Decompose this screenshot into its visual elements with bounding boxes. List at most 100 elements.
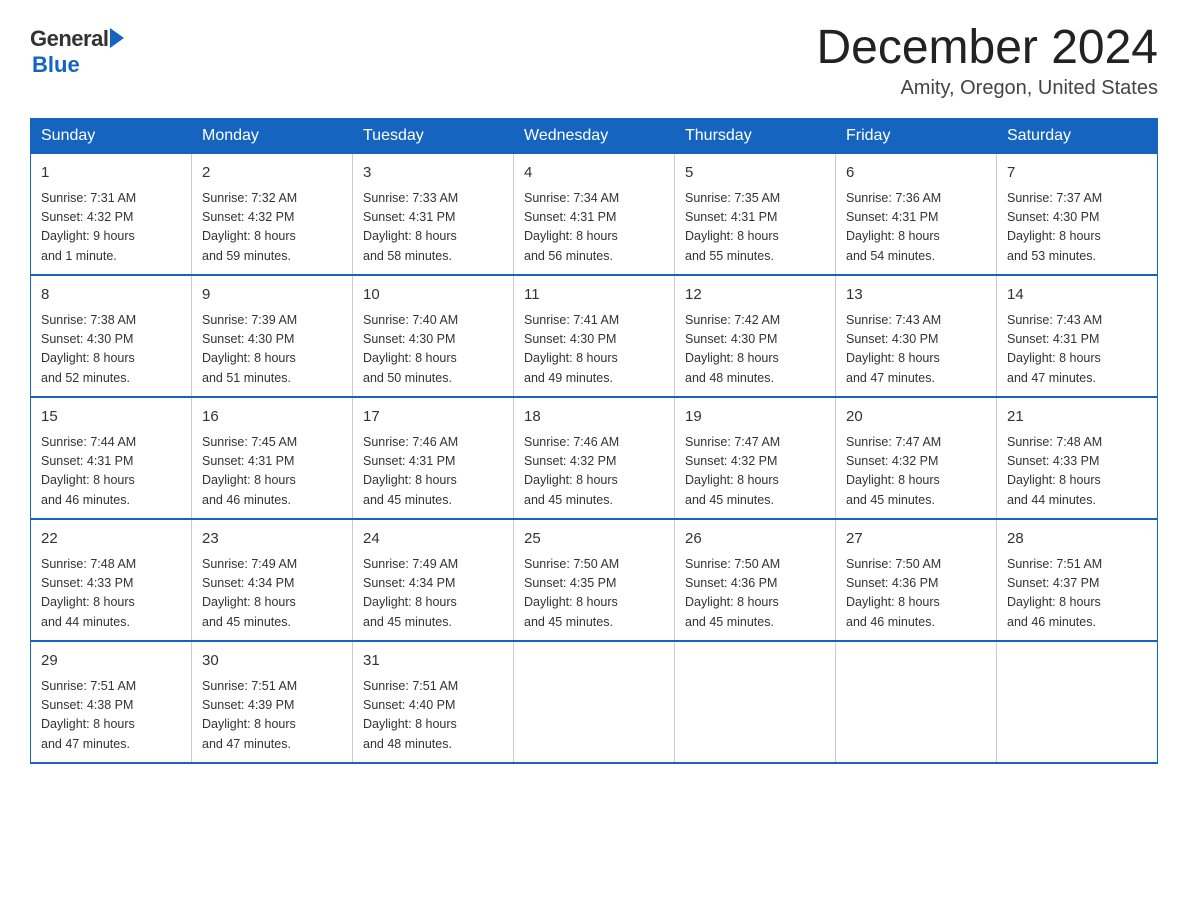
day-number: 27 bbox=[846, 528, 986, 551]
calendar-cell: 16 Sunrise: 7:45 AMSunset: 4:31 PMDayligh… bbox=[192, 397, 353, 519]
calendar-cell: 10 Sunrise: 7:40 AMSunset: 4:30 PMDayligh… bbox=[353, 275, 514, 397]
day-info: Sunrise: 7:31 AMSunset: 4:32 PMDaylight:… bbox=[41, 189, 181, 267]
header-tuesday: Tuesday bbox=[353, 119, 514, 154]
calendar-cell bbox=[675, 641, 836, 763]
month-title: December 2024 bbox=[816, 20, 1158, 75]
calendar-cell: 7 Sunrise: 7:37 AMSunset: 4:30 PMDaylight… bbox=[997, 154, 1158, 276]
day-number: 25 bbox=[524, 528, 664, 551]
calendar-cell: 5Sunrise: 7:35 AMSunset: 4:31 PMDaylight… bbox=[675, 154, 836, 276]
day-number: 3 bbox=[363, 162, 503, 185]
calendar-cell: 26 Sunrise: 7:50 AMSunset: 4:36 PMDayligh… bbox=[675, 519, 836, 641]
day-number: 20 bbox=[846, 406, 986, 429]
calendar-cell: 23 Sunrise: 7:49 AMSunset: 4:34 PMDayligh… bbox=[192, 519, 353, 641]
calendar-cell bbox=[997, 641, 1158, 763]
calendar-cell: 4 Sunrise: 7:34 AMSunset: 4:31 PMDaylight… bbox=[514, 154, 675, 276]
day-info: Sunrise: 7:48 AMSunset: 4:33 PMDaylight:… bbox=[41, 555, 181, 633]
calendar-cell bbox=[514, 641, 675, 763]
day-info: Sunrise: 7:39 AMSunset: 4:30 PMDaylight:… bbox=[202, 311, 342, 389]
calendar-cell: 27 Sunrise: 7:50 AMSunset: 4:36 PMDayligh… bbox=[836, 519, 997, 641]
calendar-week-row: 8Sunrise: 7:38 AMSunset: 4:30 PMDaylight… bbox=[31, 275, 1158, 397]
day-number: 8 bbox=[41, 284, 181, 307]
day-number: 29 bbox=[41, 650, 181, 673]
day-info: Sunrise: 7:43 AMSunset: 4:30 PMDaylight:… bbox=[846, 311, 986, 389]
calendar-cell: 12Sunrise: 7:42 AMSunset: 4:30 PMDayligh… bbox=[675, 275, 836, 397]
calendar-header-row: SundayMondayTuesdayWednesdayThursdayFrid… bbox=[31, 119, 1158, 154]
day-info: Sunrise: 7:36 AMSunset: 4:31 PMDaylight:… bbox=[846, 189, 986, 267]
header-wednesday: Wednesday bbox=[514, 119, 675, 154]
day-info: Sunrise: 7:44 AMSunset: 4:31 PMDaylight:… bbox=[41, 433, 181, 511]
day-info: Sunrise: 7:34 AMSunset: 4:31 PMDaylight:… bbox=[524, 189, 664, 267]
calendar-week-row: 15Sunrise: 7:44 AMSunset: 4:31 PMDayligh… bbox=[31, 397, 1158, 519]
day-info: Sunrise: 7:37 AMSunset: 4:30 PMDaylight:… bbox=[1007, 189, 1147, 267]
day-number: 4 bbox=[524, 162, 664, 185]
header-friday: Friday bbox=[836, 119, 997, 154]
title-area: December 2024 Amity, Oregon, United Stat… bbox=[816, 20, 1158, 100]
day-number: 19 bbox=[685, 406, 825, 429]
day-info: Sunrise: 7:40 AMSunset: 4:30 PMDaylight:… bbox=[363, 311, 503, 389]
calendar-cell: 20 Sunrise: 7:47 AMSunset: 4:32 PMDayligh… bbox=[836, 397, 997, 519]
day-number: 1 bbox=[41, 162, 181, 185]
page-header: General Blue December 2024 Amity, Oregon… bbox=[30, 20, 1158, 100]
day-info: Sunrise: 7:49 AMSunset: 4:34 PMDaylight:… bbox=[202, 555, 342, 633]
calendar-cell: 11 Sunrise: 7:41 AMSunset: 4:30 PMDayligh… bbox=[514, 275, 675, 397]
calendar-cell: 1 Sunrise: 7:31 AMSunset: 4:32 PMDaylight… bbox=[31, 154, 192, 276]
day-number: 26 bbox=[685, 528, 825, 551]
calendar-cell: 2 Sunrise: 7:32 AMSunset: 4:32 PMDaylight… bbox=[192, 154, 353, 276]
day-number: 17 bbox=[363, 406, 503, 429]
calendar-cell: 3 Sunrise: 7:33 AMSunset: 4:31 PMDaylight… bbox=[353, 154, 514, 276]
day-info: Sunrise: 7:33 AMSunset: 4:31 PMDaylight:… bbox=[363, 189, 503, 267]
day-info: Sunrise: 7:45 AMSunset: 4:31 PMDaylight:… bbox=[202, 433, 342, 511]
day-number: 10 bbox=[363, 284, 503, 307]
calendar-cell: 22 Sunrise: 7:48 AMSunset: 4:33 PMDayligh… bbox=[31, 519, 192, 641]
header-thursday: Thursday bbox=[675, 119, 836, 154]
calendar-table: SundayMondayTuesdayWednesdayThursdayFrid… bbox=[30, 118, 1158, 764]
day-number: 16 bbox=[202, 406, 342, 429]
calendar-cell bbox=[836, 641, 997, 763]
day-info: Sunrise: 7:42 AMSunset: 4:30 PMDaylight:… bbox=[685, 311, 825, 389]
day-info: Sunrise: 7:32 AMSunset: 4:32 PMDaylight:… bbox=[202, 189, 342, 267]
day-number: 9 bbox=[202, 284, 342, 307]
day-info: Sunrise: 7:49 AMSunset: 4:34 PMDaylight:… bbox=[363, 555, 503, 633]
day-number: 23 bbox=[202, 528, 342, 551]
calendar-week-row: 22 Sunrise: 7:48 AMSunset: 4:33 PMDayligh… bbox=[31, 519, 1158, 641]
calendar-cell: 25Sunrise: 7:50 AMSunset: 4:35 PMDayligh… bbox=[514, 519, 675, 641]
day-info: Sunrise: 7:50 AMSunset: 4:36 PMDaylight:… bbox=[685, 555, 825, 633]
logo: General Blue bbox=[30, 20, 124, 78]
calendar-cell: 17 Sunrise: 7:46 AMSunset: 4:31 PMDayligh… bbox=[353, 397, 514, 519]
day-info: Sunrise: 7:41 AMSunset: 4:30 PMDaylight:… bbox=[524, 311, 664, 389]
calendar-cell: 13 Sunrise: 7:43 AMSunset: 4:30 PMDayligh… bbox=[836, 275, 997, 397]
calendar-cell: 18Sunrise: 7:46 AMSunset: 4:32 PMDayligh… bbox=[514, 397, 675, 519]
day-info: Sunrise: 7:46 AMSunset: 4:32 PMDaylight:… bbox=[524, 433, 664, 511]
day-number: 2 bbox=[202, 162, 342, 185]
day-info: Sunrise: 7:51 AMSunset: 4:40 PMDaylight:… bbox=[363, 677, 503, 755]
day-info: Sunrise: 7:50 AMSunset: 4:36 PMDaylight:… bbox=[846, 555, 986, 633]
calendar-cell: 19 Sunrise: 7:47 AMSunset: 4:32 PMDayligh… bbox=[675, 397, 836, 519]
day-number: 21 bbox=[1007, 406, 1147, 429]
day-number: 11 bbox=[524, 284, 664, 307]
day-number: 13 bbox=[846, 284, 986, 307]
calendar-cell: 24 Sunrise: 7:49 AMSunset: 4:34 PMDayligh… bbox=[353, 519, 514, 641]
header-saturday: Saturday bbox=[997, 119, 1158, 154]
day-info: Sunrise: 7:47 AMSunset: 4:32 PMDaylight:… bbox=[685, 433, 825, 511]
location-subtitle: Amity, Oregon, United States bbox=[816, 77, 1158, 100]
day-info: Sunrise: 7:43 AMSunset: 4:31 PMDaylight:… bbox=[1007, 311, 1147, 389]
header-sunday: Sunday bbox=[31, 119, 192, 154]
day-info: Sunrise: 7:47 AMSunset: 4:32 PMDaylight:… bbox=[846, 433, 986, 511]
logo-general-text: General bbox=[30, 26, 108, 52]
day-number: 31 bbox=[363, 650, 503, 673]
calendar-week-row: 1 Sunrise: 7:31 AMSunset: 4:32 PMDaylight… bbox=[31, 154, 1158, 276]
calendar-cell: 31 Sunrise: 7:51 AMSunset: 4:40 PMDayligh… bbox=[353, 641, 514, 763]
day-number: 22 bbox=[41, 528, 181, 551]
day-number: 7 bbox=[1007, 162, 1147, 185]
calendar-cell: 21Sunrise: 7:48 AMSunset: 4:33 PMDayligh… bbox=[997, 397, 1158, 519]
day-info: Sunrise: 7:51 AMSunset: 4:38 PMDaylight:… bbox=[41, 677, 181, 755]
calendar-cell: 9 Sunrise: 7:39 AMSunset: 4:30 PMDaylight… bbox=[192, 275, 353, 397]
header-monday: Monday bbox=[192, 119, 353, 154]
calendar-cell: 6 Sunrise: 7:36 AMSunset: 4:31 PMDaylight… bbox=[836, 154, 997, 276]
day-info: Sunrise: 7:51 AMSunset: 4:39 PMDaylight:… bbox=[202, 677, 342, 755]
logo-blue-text: Blue bbox=[32, 52, 80, 78]
day-number: 6 bbox=[846, 162, 986, 185]
day-info: Sunrise: 7:46 AMSunset: 4:31 PMDaylight:… bbox=[363, 433, 503, 511]
calendar-cell: 14Sunrise: 7:43 AMSunset: 4:31 PMDayligh… bbox=[997, 275, 1158, 397]
day-number: 24 bbox=[363, 528, 503, 551]
